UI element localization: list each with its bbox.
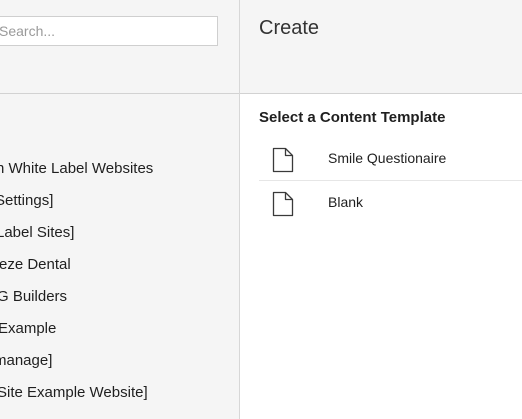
tree-item-label: n White Label Websites bbox=[0, 160, 154, 177]
document-icon bbox=[272, 147, 294, 173]
tree-item-label: Site Example Website] bbox=[0, 384, 148, 401]
content-tree: n White Label Websites Settings] Label S… bbox=[0, 153, 239, 409]
tree-item[interactable]: manage] bbox=[0, 345, 239, 377]
tree-item-label: Label Sites] bbox=[0, 224, 75, 241]
tree-item-label: Settings] bbox=[0, 192, 54, 209]
tree-item-label: G Builders bbox=[0, 288, 68, 305]
tree-item[interactable]: Site Example Website] bbox=[0, 377, 239, 409]
create-panel-title: Create bbox=[259, 17, 320, 39]
tree-item[interactable]: Example bbox=[0, 313, 239, 345]
content-template-list: Smile Questionaire Blank bbox=[259, 137, 522, 224]
tree-header bbox=[0, 0, 239, 94]
template-item-blank[interactable]: Blank bbox=[259, 181, 522, 224]
tree-item[interactable]: eze Dental bbox=[0, 249, 239, 281]
content-tree-panel: n White Label Websites Settings] Label S… bbox=[0, 0, 240, 419]
search-input[interactable] bbox=[0, 16, 218, 46]
template-section-heading: Select a Content Template bbox=[259, 109, 446, 126]
tree-item-label: eze Dental bbox=[0, 256, 71, 273]
tree-item-label: manage] bbox=[0, 352, 53, 369]
template-item-smile-questionaire[interactable]: Smile Questionaire bbox=[259, 137, 522, 181]
tree-item[interactable]: n White Label Websites bbox=[0, 153, 239, 185]
template-label: Blank bbox=[328, 194, 364, 210]
content-editor-window: n White Label Websites Settings] Label S… bbox=[0, 0, 522, 419]
tree-item[interactable]: G Builders bbox=[0, 281, 239, 313]
document-icon bbox=[272, 191, 294, 217]
tree-item[interactable]: Settings] bbox=[0, 185, 239, 217]
template-label: Smile Questionaire bbox=[328, 150, 447, 166]
tree-item[interactable]: Label Sites] bbox=[0, 217, 239, 249]
create-panel: Create Select a Content Template Smile Q… bbox=[240, 0, 522, 419]
tree-item-label: Example bbox=[0, 320, 57, 337]
create-panel-header: Create bbox=[240, 0, 522, 94]
